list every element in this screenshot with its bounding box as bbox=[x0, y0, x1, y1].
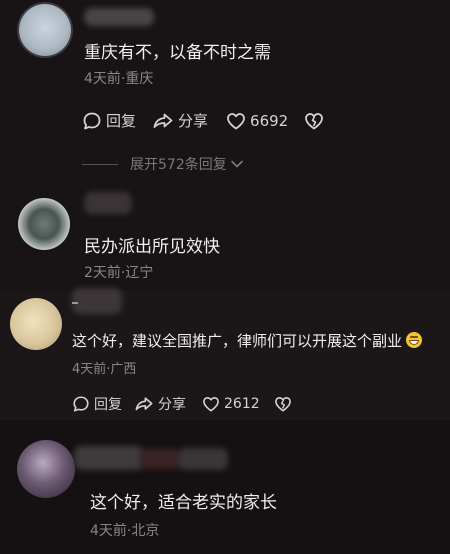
comment-meta: 4天前·广西 bbox=[72, 362, 137, 377]
comment-bubble-icon bbox=[83, 112, 101, 129]
divider-line bbox=[82, 163, 118, 165]
username-blurred bbox=[140, 449, 182, 469]
comment-actions: 回复 分享 6692 bbox=[82, 110, 324, 131]
share-label: 分享 bbox=[178, 112, 209, 130]
username-blurred bbox=[178, 448, 228, 470]
reply-label: 回复 bbox=[106, 112, 137, 130]
comment-meta: 2天前·辽宁 bbox=[84, 265, 154, 281]
expand-replies-label: 展开572条回复 bbox=[130, 157, 227, 173]
share-arrow-icon bbox=[135, 397, 153, 411]
like-button[interactable]: 6692 bbox=[226, 112, 288, 130]
heart-icon bbox=[203, 396, 219, 412]
like-button[interactable]: 2612 bbox=[202, 396, 260, 412]
share-arrow-icon bbox=[153, 113, 173, 128]
broken-heart-icon bbox=[274, 396, 291, 412]
comment-text: 民办派出所见效快 bbox=[84, 237, 220, 257]
username-blurred[interactable] bbox=[84, 192, 132, 214]
comment-actions: 回复 分享 2612 bbox=[72, 394, 292, 414]
username-blurred[interactable] bbox=[74, 446, 144, 470]
share-button[interactable]: 分享 bbox=[152, 110, 208, 131]
comment-text-content: 这个好，建议全国推广，律师们可以开展这个副业 bbox=[72, 332, 403, 350]
chevron-down-icon bbox=[230, 160, 243, 168]
comment-list: 重庆有不，以备不时之需 4天前·重庆 回复 分享 6692 展开572条回复 民… bbox=[0, 0, 450, 554]
share-button[interactable]: 分享 bbox=[134, 394, 186, 414]
avatar[interactable] bbox=[10, 298, 62, 350]
avatar[interactable] bbox=[19, 4, 71, 56]
username-blurred[interactable] bbox=[72, 288, 122, 314]
comment-meta: 4天前·北京 bbox=[90, 523, 160, 539]
username-fragment bbox=[72, 302, 78, 304]
reply-label: 回复 bbox=[94, 397, 122, 413]
dislike-button[interactable] bbox=[274, 396, 292, 412]
avatar[interactable] bbox=[17, 440, 75, 498]
grinning-face-emoji bbox=[406, 332, 423, 348]
comment-text: 这个好，建议全国推广，律师们可以开展这个副业 bbox=[72, 330, 423, 351]
expand-replies-button[interactable]: 展开572条回复 bbox=[82, 154, 245, 174]
comment-text: 重庆有不，以备不时之需 bbox=[84, 43, 271, 63]
avatar[interactable] bbox=[18, 198, 70, 250]
comment-bubble-icon bbox=[73, 396, 89, 412]
username-blurred[interactable] bbox=[84, 8, 154, 26]
comment-text: 这个好，适合老实的家长 bbox=[90, 493, 277, 513]
dislike-button[interactable] bbox=[304, 112, 324, 130]
like-count: 6692 bbox=[250, 111, 289, 130]
reply-button[interactable]: 回复 bbox=[82, 110, 136, 131]
heart-icon bbox=[227, 112, 245, 129]
reply-button[interactable]: 回复 bbox=[72, 394, 122, 414]
comment-meta: 4天前·重庆 bbox=[84, 71, 154, 87]
like-count: 2612 bbox=[224, 396, 260, 412]
broken-heart-icon bbox=[305, 112, 324, 129]
share-label: 分享 bbox=[158, 397, 186, 413]
